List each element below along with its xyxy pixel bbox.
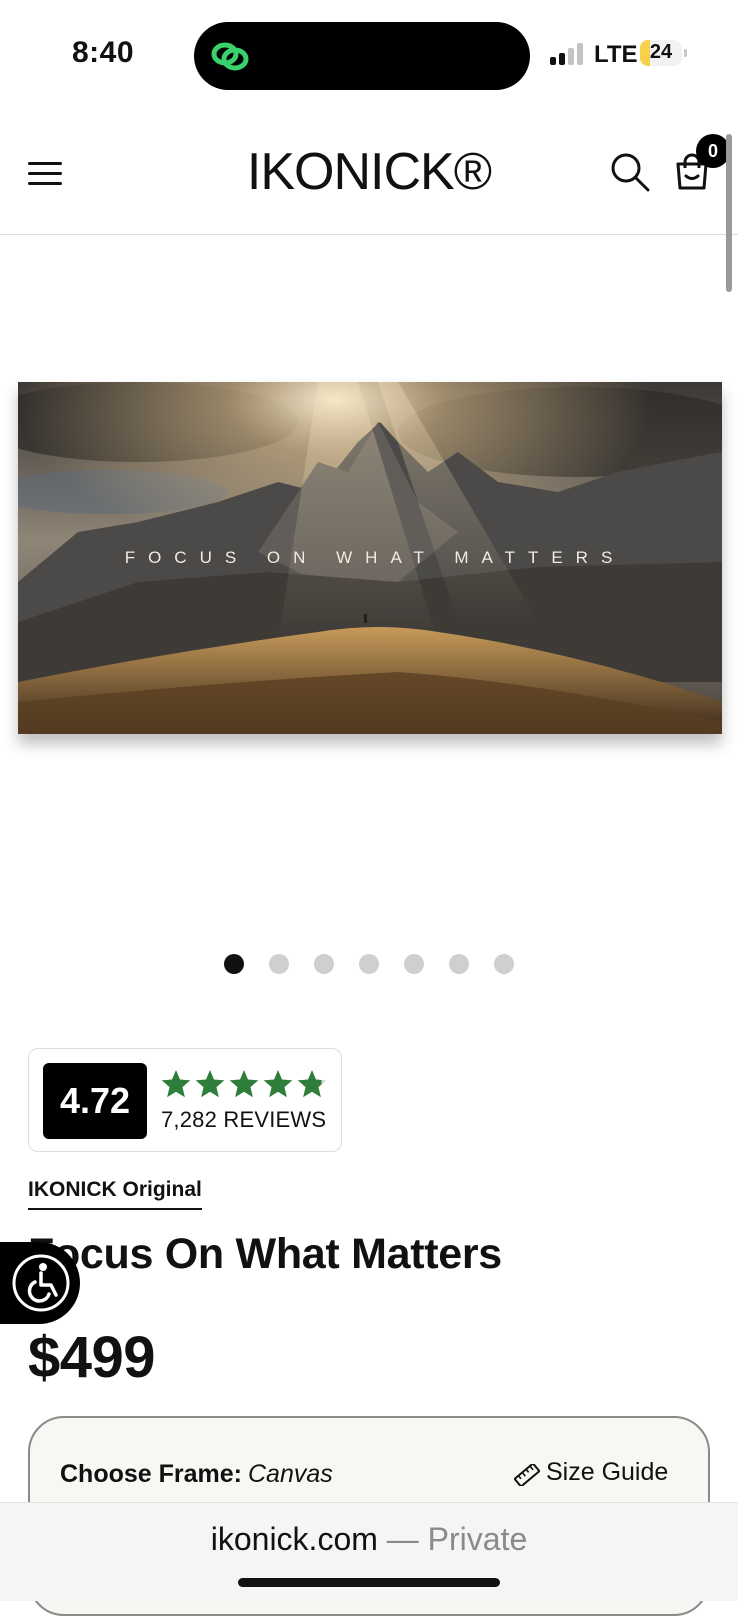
frame-selected-value: Canvas	[247, 1460, 333, 1488]
status-time: 8:40	[72, 36, 135, 69]
accessibility-icon	[12, 1254, 70, 1312]
star-filled-icon	[161, 1070, 191, 1098]
product-title: Focus On What Matters	[28, 1230, 502, 1278]
accessibility-button[interactable]	[0, 1242, 80, 1324]
carousel-dot[interactable]	[404, 954, 424, 974]
carousel-dot[interactable]	[449, 954, 469, 974]
carousel-dot[interactable]	[494, 954, 514, 974]
rating-card[interactable]: 4.72 7,282 REVIEWS	[28, 1048, 342, 1152]
search-button[interactable]	[608, 150, 652, 194]
frame-label: Choose Frame: Canvas	[60, 1460, 333, 1489]
battery-icon: 24	[640, 40, 688, 66]
private-mode-label: — Private	[386, 1521, 528, 1557]
page-scrollbar[interactable]	[726, 134, 732, 292]
ruler-icon	[514, 1464, 540, 1486]
site-header: IKONICK® 0	[0, 118, 738, 235]
frame-label-text: Choose Frame:	[60, 1460, 242, 1488]
status-bar: 8:40 LTE 24	[0, 0, 738, 110]
cart-count-badge: 0	[696, 134, 730, 168]
artwork-caption: FOCUS ON WHAT MATTERS	[124, 548, 626, 567]
dynamic-island	[194, 22, 530, 90]
url-display[interactable]: ikonick.com — Private	[0, 1521, 738, 1558]
home-indicator[interactable]	[238, 1578, 500, 1587]
network-type: LTE	[594, 41, 638, 68]
size-guide-label: Size Guide	[546, 1458, 669, 1486]
link-activity-icon	[211, 42, 249, 71]
product-price: $499	[28, 1325, 156, 1390]
search-icon	[611, 153, 650, 192]
battery-level: 24	[649, 41, 673, 63]
star-filled-icon	[263, 1070, 293, 1098]
star-filled-icon	[229, 1070, 259, 1098]
product-image[interactable]: FOCUS ON WHAT MATTERS	[18, 382, 722, 734]
star-filled-icon	[195, 1070, 225, 1098]
carousel-dot[interactable]	[359, 954, 379, 974]
carousel-dot[interactable]	[224, 954, 244, 974]
star-rating-icon	[161, 1070, 327, 1098]
signal-icon	[550, 43, 586, 65]
url-domain: ikonick.com	[210, 1521, 378, 1557]
carousel-dot[interactable]	[269, 954, 289, 974]
rating-score: 4.72	[43, 1063, 147, 1139]
carousel-dot[interactable]	[314, 954, 334, 974]
collection-link[interactable]: IKONICK Original	[28, 1178, 202, 1210]
review-count: 7,282 REVIEWS	[161, 1107, 327, 1132]
